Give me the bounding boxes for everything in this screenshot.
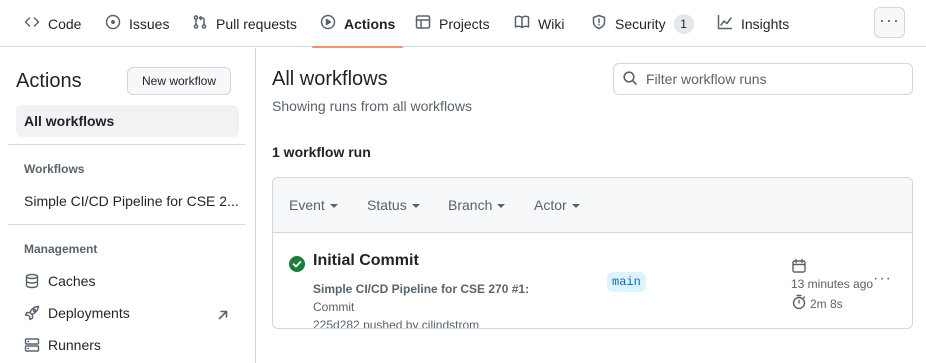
sidebar-item-label: Caches bbox=[48, 273, 96, 289]
commit-sha-link[interactable]: 225d282 bbox=[313, 318, 360, 328]
caret-down-icon bbox=[497, 204, 506, 208]
sidebar-divider bbox=[8, 224, 246, 225]
status-filter-dropdown[interactable]: Status bbox=[367, 197, 420, 213]
rocket-icon bbox=[24, 305, 40, 321]
workflow-run-row[interactable]: Initial Commit Simple CI/CD Pipeline for… bbox=[273, 234, 912, 329]
shield-icon bbox=[591, 14, 607, 33]
tab-actions-label: Actions bbox=[344, 15, 396, 32]
new-workflow-button[interactable]: New workflow bbox=[127, 67, 231, 95]
tab-code-label: Code bbox=[48, 15, 82, 32]
branch-filter-dropdown[interactable]: Branch bbox=[448, 197, 506, 213]
kebab-horizontal-icon: ··· bbox=[879, 9, 900, 30]
workflows-heading: Workflows bbox=[24, 162, 85, 176]
caret-down-icon bbox=[329, 204, 338, 208]
git-pull-request-icon bbox=[192, 14, 208, 33]
sidebar-title: Actions bbox=[16, 70, 82, 92]
run-duration: 2m 8s bbox=[810, 297, 843, 311]
tab-wiki-label: Wiki bbox=[538, 15, 565, 32]
tab-pull-requests-label: Pull requests bbox=[216, 15, 297, 32]
search-icon bbox=[622, 70, 638, 89]
graph-icon bbox=[717, 14, 733, 33]
filter-input[interactable] bbox=[646, 71, 906, 87]
actions-sidebar: Actions New workflow All workflows Workf… bbox=[0, 48, 256, 363]
actor-filter-label: Actor bbox=[534, 197, 567, 213]
caret-down-icon bbox=[571, 204, 580, 208]
tab-wiki[interactable]: Wiki bbox=[514, 0, 564, 47]
sidebar-divider bbox=[8, 144, 246, 145]
sidebar-item-deployments[interactable]: Deployments bbox=[16, 297, 239, 329]
run-options-kebab-icon[interactable]: ··· bbox=[873, 270, 892, 288]
server-icon bbox=[24, 337, 40, 353]
more-options-button[interactable]: ··· bbox=[874, 7, 905, 38]
stopwatch-icon bbox=[791, 294, 807, 310]
workflow-runs-box: Event Status Branch Actor Initial Commit… bbox=[272, 177, 913, 329]
run-pushed-by: pushed by cjlindstrom bbox=[363, 318, 480, 329]
sidebar-item-workflow[interactable]: Simple CI/CD Pipeline for CSE 2... bbox=[16, 185, 239, 217]
status-filter-label: Status bbox=[367, 197, 407, 213]
calendar-icon bbox=[791, 258, 807, 274]
actor-filter-dropdown[interactable]: Actor bbox=[534, 197, 580, 213]
database-icon bbox=[24, 273, 40, 289]
sidebar-item-label: All workflows bbox=[24, 113, 115, 129]
sidebar-item-label: Deployments bbox=[48, 305, 130, 321]
run-event: Commit bbox=[313, 300, 355, 314]
page-subtitle: Showing runs from all workflows bbox=[272, 98, 472, 114]
caret-down-icon bbox=[411, 204, 420, 208]
tab-insights-label: Insights bbox=[741, 15, 790, 32]
sidebar-item-runners[interactable]: Runners bbox=[16, 329, 239, 361]
check-circle-fill-icon bbox=[289, 256, 305, 272]
tab-insights[interactable]: Insights bbox=[717, 0, 789, 47]
management-heading: Management bbox=[24, 242, 98, 256]
sidebar-item-label: Simple CI/CD Pipeline for CSE 2... bbox=[24, 193, 239, 209]
tab-actions[interactable]: Actions bbox=[311, 0, 404, 48]
runs-filter-bar: Event Status Branch Actor bbox=[273, 178, 912, 233]
book-icon bbox=[514, 14, 530, 33]
sidebar-item-label: Runners bbox=[48, 337, 101, 353]
run-meta: Simple CI/CD Pipeline for CSE 270 #1: Co… bbox=[313, 280, 573, 329]
run-workflow-name: Simple CI/CD Pipeline for CSE 270 #1: bbox=[313, 282, 530, 296]
run-time-ago: 13 minutes ago bbox=[791, 277, 874, 291]
arrow-up-right-icon bbox=[217, 308, 229, 320]
tab-issues-label: Issues bbox=[129, 15, 170, 32]
event-filter-label: Event bbox=[289, 197, 325, 213]
tab-security[interactable]: Security 1 bbox=[591, 0, 694, 47]
branch-filter-label: Branch bbox=[448, 197, 493, 213]
sidebar-item-caches[interactable]: Caches bbox=[16, 265, 239, 297]
tab-pull-requests[interactable]: Pull requests bbox=[192, 0, 297, 47]
repo-nav: Code Issues Pull requests Actions Projec… bbox=[0, 0, 926, 48]
play-icon bbox=[320, 14, 336, 33]
page-title: All workflows bbox=[272, 68, 388, 90]
tab-security-label: Security bbox=[615, 15, 666, 32]
code-icon bbox=[24, 14, 40, 33]
filter-workflow-runs[interactable] bbox=[613, 63, 913, 95]
tab-projects-label: Projects bbox=[439, 15, 490, 32]
sidebar-item-all-workflows[interactable]: All workflows bbox=[16, 105, 239, 137]
tab-code[interactable]: Code bbox=[24, 0, 81, 47]
table-icon bbox=[415, 14, 431, 33]
run-title-link[interactable]: Initial Commit bbox=[313, 252, 419, 270]
workflow-run-count: 1 workflow run bbox=[272, 144, 371, 160]
event-filter-dropdown[interactable]: Event bbox=[289, 197, 338, 213]
tab-projects[interactable]: Projects bbox=[415, 0, 490, 47]
tab-issues[interactable]: Issues bbox=[105, 0, 169, 47]
issue-opened-icon bbox=[105, 14, 121, 33]
branch-label[interactable]: main bbox=[607, 272, 646, 292]
security-counter-badge: 1 bbox=[673, 13, 694, 34]
